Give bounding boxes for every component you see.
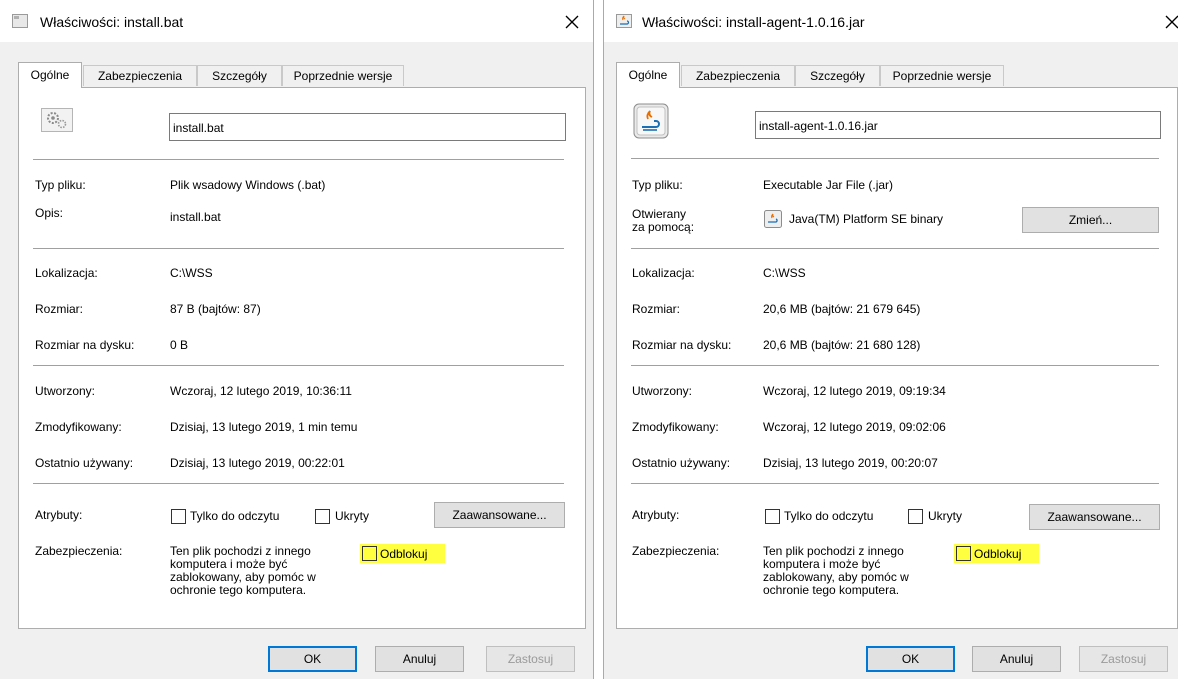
hidden-checkbox[interactable]: [315, 509, 330, 524]
separator: [631, 365, 1159, 366]
accessed-label: Ostatnio używany:: [632, 456, 731, 470]
general-panel: install-agent-1.0.16.jar Typ pliku: Exec…: [616, 87, 1178, 629]
close-icon[interactable]: [1162, 12, 1178, 32]
tab-previous-versions[interactable]: Poprzednie wersje: [282, 65, 404, 86]
tab-strip: Ogólne Zabezpieczenia Szczegóły Poprzedn…: [0, 62, 593, 88]
tab-general[interactable]: Ogólne: [616, 62, 680, 88]
cancel-button[interactable]: Anuluj: [972, 646, 1061, 672]
cancel-button[interactable]: Anuluj: [375, 646, 464, 672]
filename-field[interactable]: install-agent-1.0.16.jar: [755, 111, 1161, 139]
ok-button[interactable]: OK: [866, 646, 955, 672]
window-title: Właściwości: install.bat: [40, 14, 184, 30]
batch-file-gears-icon: [41, 108, 73, 132]
java-app-icon: [764, 210, 782, 228]
separator: [33, 483, 564, 484]
title-bar: Właściwości: install-agent-1.0.16.jar: [604, 0, 1178, 42]
advanced-button[interactable]: Zaawansowane...: [1029, 504, 1160, 530]
tab-general[interactable]: Ogólne: [18, 62, 82, 88]
size-value: 20,6 MB (bajtów: 21 679 645): [763, 302, 921, 316]
ok-button[interactable]: OK: [268, 646, 357, 672]
tab-strip: Ogólne Zabezpieczenia Szczegóły Poprzedn…: [604, 62, 1178, 88]
file-type-value: Plik wsadowy Windows (.bat): [170, 178, 326, 192]
readonly-label: Tylko do odczytu: [190, 509, 280, 523]
readonly-label: Tylko do odczytu: [784, 509, 874, 523]
tab-details[interactable]: Szczegóły: [795, 65, 880, 86]
separator: [631, 248, 1159, 249]
apply-button[interactable]: Zastosuj: [486, 646, 575, 672]
location-value: C:\WSS: [763, 266, 806, 280]
java-icon: [616, 14, 632, 28]
unblock-checkbox[interactable]: [362, 546, 377, 561]
disk-size-label: Rozmiar na dysku:: [35, 338, 135, 352]
tab-previous-versions[interactable]: Poprzednie wersje: [880, 65, 1004, 86]
opens-with-label: Otwierany za pomocą:: [632, 207, 695, 234]
accessed-value: Dzisiaj, 13 lutego 2019, 00:20:07: [763, 456, 938, 470]
apply-button[interactable]: Zastosuj: [1079, 646, 1168, 672]
attributes-label: Atrybuty:: [632, 508, 680, 522]
file-type-value: Executable Jar File (.jar): [763, 178, 894, 192]
filename-field[interactable]: install.bat: [169, 113, 566, 141]
disk-size-label: Rozmiar na dysku:: [632, 338, 732, 352]
accessed-value: Dzisiaj, 13 lutego 2019, 00:22:01: [170, 456, 345, 470]
separator: [33, 365, 564, 366]
created-value: Wczoraj, 12 lutego 2019, 09:19:34: [763, 384, 946, 398]
location-label: Lokalizacja:: [35, 266, 98, 280]
change-button[interactable]: Zmień...: [1022, 207, 1159, 233]
file-type-label: Typ pliku:: [632, 178, 683, 192]
size-value: 87 B (bajtów: 87): [170, 302, 261, 316]
opens-with-value: Java(TM) Platform SE binary: [789, 212, 944, 226]
disk-size-value: 0 B: [170, 338, 189, 352]
modified-value: Wczoraj, 12 lutego 2019, 09:02:06: [763, 420, 946, 434]
unblock-label: Odblokuj: [974, 547, 1022, 561]
location-label: Lokalizacja:: [632, 266, 695, 280]
file-properties-icon: [12, 14, 28, 28]
separator: [631, 483, 1159, 484]
properties-dialog-install-bat: Właściwości: install.bat Ogólne Zabezpie…: [0, 0, 594, 679]
security-message: Ten plik pochodzi z innego komputera i m…: [763, 544, 909, 597]
security-label: Zabezpieczenia:: [35, 544, 123, 558]
separator: [631, 158, 1159, 159]
separator: [33, 159, 564, 160]
modified-value: Dzisiaj, 13 lutego 2019, 1 min temu: [170, 420, 358, 434]
hidden-label: Ukryty: [335, 509, 369, 523]
hidden-label: Ukryty: [928, 509, 962, 523]
window-title: Właściwości: install-agent-1.0.16.jar: [642, 14, 865, 30]
modified-label: Zmodyfikowany:: [632, 420, 719, 434]
tab-details[interactable]: Szczegóły: [197, 65, 282, 86]
properties-dialog-install-agent-jar: Właściwości: install-agent-1.0.16.jar Og…: [603, 0, 1178, 679]
unblock-label: Odblokuj: [380, 547, 428, 561]
separator: [33, 248, 564, 249]
created-label: Utworzony:: [35, 384, 96, 398]
size-label: Rozmiar:: [632, 302, 681, 316]
security-label: Zabezpieczenia:: [632, 544, 720, 558]
description-label: Opis:: [35, 206, 64, 220]
java-file-icon: [633, 103, 669, 139]
readonly-checkbox[interactable]: [765, 509, 780, 524]
accessed-label: Ostatnio używany:: [35, 456, 134, 470]
unblock-checkbox[interactable]: [956, 546, 971, 561]
close-icon[interactable]: [562, 12, 582, 32]
tab-security[interactable]: Zabezpieczenia: [83, 65, 197, 86]
attributes-label: Atrybuty:: [35, 508, 83, 522]
hidden-checkbox[interactable]: [908, 509, 923, 524]
general-panel: install.bat Typ pliku: Plik wsadowy Wind…: [18, 87, 586, 629]
description-value: install.bat: [170, 210, 221, 224]
readonly-checkbox[interactable]: [171, 509, 186, 524]
tab-security[interactable]: Zabezpieczenia: [681, 65, 795, 86]
file-type-label: Typ pliku:: [35, 178, 86, 192]
created-value: Wczoraj, 12 lutego 2019, 10:36:11: [170, 384, 352, 398]
security-message: Ten plik pochodzi z innego komputera i m…: [170, 544, 316, 597]
advanced-button[interactable]: Zaawansowane...: [434, 502, 565, 528]
location-value: C:\WSS: [170, 266, 213, 280]
disk-size-value: 20,6 MB (bajtów: 21 680 128): [763, 338, 921, 352]
modified-label: Zmodyfikowany:: [35, 420, 122, 434]
size-label: Rozmiar:: [35, 302, 84, 316]
title-bar: Właściwości: install.bat: [0, 0, 593, 42]
created-label: Utworzony:: [632, 384, 693, 398]
